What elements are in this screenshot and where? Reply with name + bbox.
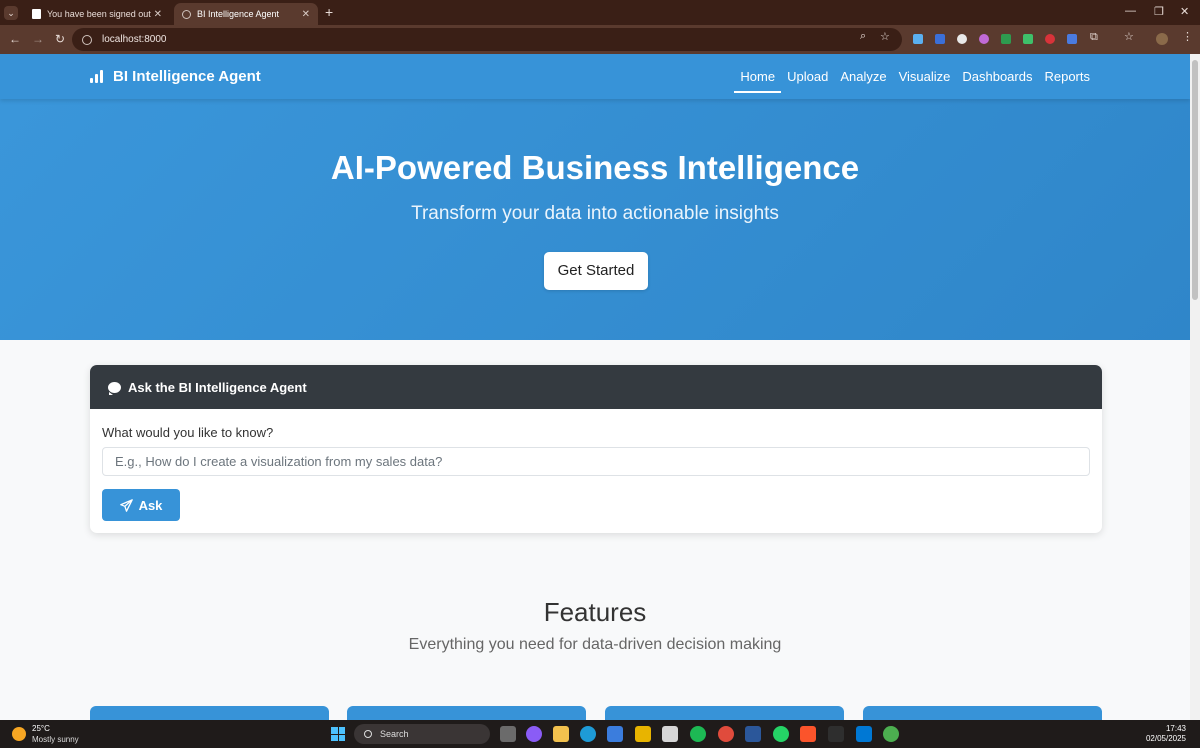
- nav-link-visualize[interactable]: Visualize: [893, 54, 957, 99]
- close-tab-icon[interactable]: ✕: [302, 9, 310, 20]
- tab-search-button[interactable]: ⌄: [4, 6, 18, 20]
- clock-time: 17:43: [1165, 724, 1186, 733]
- bookmarks-icon[interactable]: ☆: [1124, 30, 1134, 43]
- globe-icon: [182, 9, 191, 19]
- extension-icon[interactable]: [1067, 34, 1077, 44]
- weather-sun-icon[interactable]: [12, 727, 26, 741]
- brand-name: BI Intelligence Agent: [113, 68, 261, 85]
- feature-card[interactable]: [863, 706, 1102, 720]
- edge-icon[interactable]: [580, 726, 596, 742]
- ask-card-title: Ask the BI Intelligence Agent: [128, 379, 307, 395]
- extension-icon[interactable]: [957, 34, 967, 44]
- brave-icon[interactable]: [800, 726, 816, 742]
- capcut-icon[interactable]: [828, 726, 844, 742]
- windows-taskbar: 25°C Mostly sunny Search 17:43 02/05/202…: [0, 720, 1200, 748]
- web-page: BI Intelligence Agent Home Upload Analyz…: [0, 54, 1190, 720]
- nav-link-dashboards[interactable]: Dashboards: [956, 54, 1038, 99]
- browser-tab-bar: ⌄ You have been signed out ✕ BI Intellig…: [0, 0, 1200, 25]
- tab-title: BI Intelligence Agent: [197, 9, 280, 19]
- extension-icon[interactable]: [913, 34, 923, 44]
- close-window-button[interactable]: ✕: [1180, 5, 1189, 18]
- question-label: What would you like to know?: [102, 425, 274, 440]
- nav-link-home[interactable]: Home: [734, 54, 781, 99]
- page-icon: [32, 9, 41, 19]
- system-clock[interactable]: 17:43 02/05/2025: [1146, 724, 1186, 744]
- chat-app-icon[interactable]: [662, 726, 678, 742]
- forward-button[interactable]: →: [32, 32, 44, 46]
- new-tab-button[interactable]: +: [325, 4, 333, 20]
- vscode-icon[interactable]: [856, 726, 872, 742]
- extension-icon[interactable]: [979, 34, 989, 44]
- question-input[interactable]: [102, 447, 1090, 476]
- extensions-puzzle-icon[interactable]: ⧉: [1090, 31, 1098, 44]
- brand-logo[interactable]: BI Intelligence Agent: [90, 68, 261, 85]
- weather-temperature: 25°C: [32, 724, 50, 733]
- tab-title: You have been signed out: [47, 9, 151, 19]
- ask-button-label: Ask: [138, 497, 163, 513]
- page-scrollbar[interactable]: [1190, 54, 1200, 720]
- chrome-profile-icon[interactable]: [883, 726, 899, 742]
- chat-bubble-icon: [108, 381, 121, 395]
- store-icon[interactable]: [607, 726, 623, 742]
- search-icon: [364, 730, 372, 738]
- word-icon[interactable]: [745, 726, 761, 742]
- extension-icon[interactable]: [1023, 34, 1033, 44]
- paper-plane-icon: [119, 498, 133, 512]
- copilot-icon[interactable]: [526, 726, 542, 742]
- file-explorer-icon[interactable]: [553, 726, 569, 742]
- hero-section: AI-Powered Business Intelligence Transfo…: [0, 99, 1190, 340]
- profile-avatar[interactable]: [1156, 33, 1168, 45]
- feature-card[interactable]: [90, 706, 329, 720]
- extension-icon[interactable]: [935, 34, 945, 44]
- browser-menu-icon[interactable]: ⋮: [1182, 30, 1193, 43]
- ask-button[interactable]: Ask: [102, 489, 180, 521]
- browser-tab-signed-out[interactable]: You have been signed out ✕: [24, 3, 170, 25]
- taskbar-search[interactable]: Search: [354, 724, 490, 744]
- clock-date: 02/05/2025: [1145, 734, 1186, 743]
- nav-link-analyze[interactable]: Analyze: [834, 54, 892, 99]
- nav-link-upload[interactable]: Upload: [781, 54, 834, 99]
- get-started-button[interactable]: Get Started: [544, 252, 648, 290]
- task-view-icon[interactable]: [500, 726, 516, 742]
- hero-title: AI-Powered Business Intelligence: [330, 149, 860, 186]
- close-tab-icon[interactable]: ✕: [154, 9, 162, 20]
- feature-card[interactable]: [347, 706, 586, 720]
- address-bar[interactable]: localhost:8000: [72, 28, 902, 51]
- extension-icon[interactable]: [1001, 34, 1011, 44]
- bookmark-star-icon[interactable]: ☆: [880, 30, 890, 43]
- feature-card[interactable]: [605, 706, 844, 720]
- site-info-icon[interactable]: [82, 34, 92, 45]
- site-navbar: BI Intelligence Agent Home Upload Analyz…: [0, 54, 1190, 99]
- zoom-icon[interactable]: ⌕: [860, 30, 866, 43]
- features-title: Features: [543, 597, 647, 627]
- power-bi-icon[interactable]: [635, 726, 651, 742]
- taskbar-search-label: Search: [380, 729, 409, 739]
- ask-card-header: Ask the BI Intelligence Agent: [90, 365, 1102, 409]
- scrollbar-thumb[interactable]: [1192, 60, 1198, 300]
- reload-button[interactable]: ↻: [55, 32, 65, 46]
- nav-link-reports[interactable]: Reports: [1038, 54, 1096, 99]
- hero-subtitle: Transform your data into actionable insi…: [411, 203, 779, 224]
- back-button[interactable]: ←: [9, 32, 21, 46]
- ask-agent-card: Ask the BI Intelligence Agent What would…: [90, 365, 1102, 533]
- browser-toolbar: ← → ↻ localhost:8000 ⌕ ☆ ⧉ ☆ ⋮: [0, 25, 1200, 54]
- url-text: localhost:8000: [102, 34, 167, 45]
- maximize-button[interactable]: ❐: [1154, 5, 1164, 18]
- spotify-icon[interactable]: [690, 726, 706, 742]
- bar-chart-icon: [90, 70, 103, 83]
- minimize-button[interactable]: —: [1125, 5, 1136, 17]
- windows-start-icon[interactable]: [331, 727, 345, 741]
- extension-icon[interactable]: [1045, 34, 1055, 44]
- nav-links: Home Upload Analyze Visualize Dashboards…: [734, 54, 1096, 99]
- weather-description: Mostly sunny: [32, 735, 79, 744]
- features-subtitle: Everything you need for data-driven deci…: [408, 636, 782, 653]
- browser-tab-bi-agent[interactable]: BI Intelligence Agent ✕: [174, 3, 318, 25]
- whatsapp-icon[interactable]: [773, 726, 789, 742]
- chrome-icon[interactable]: [718, 726, 734, 742]
